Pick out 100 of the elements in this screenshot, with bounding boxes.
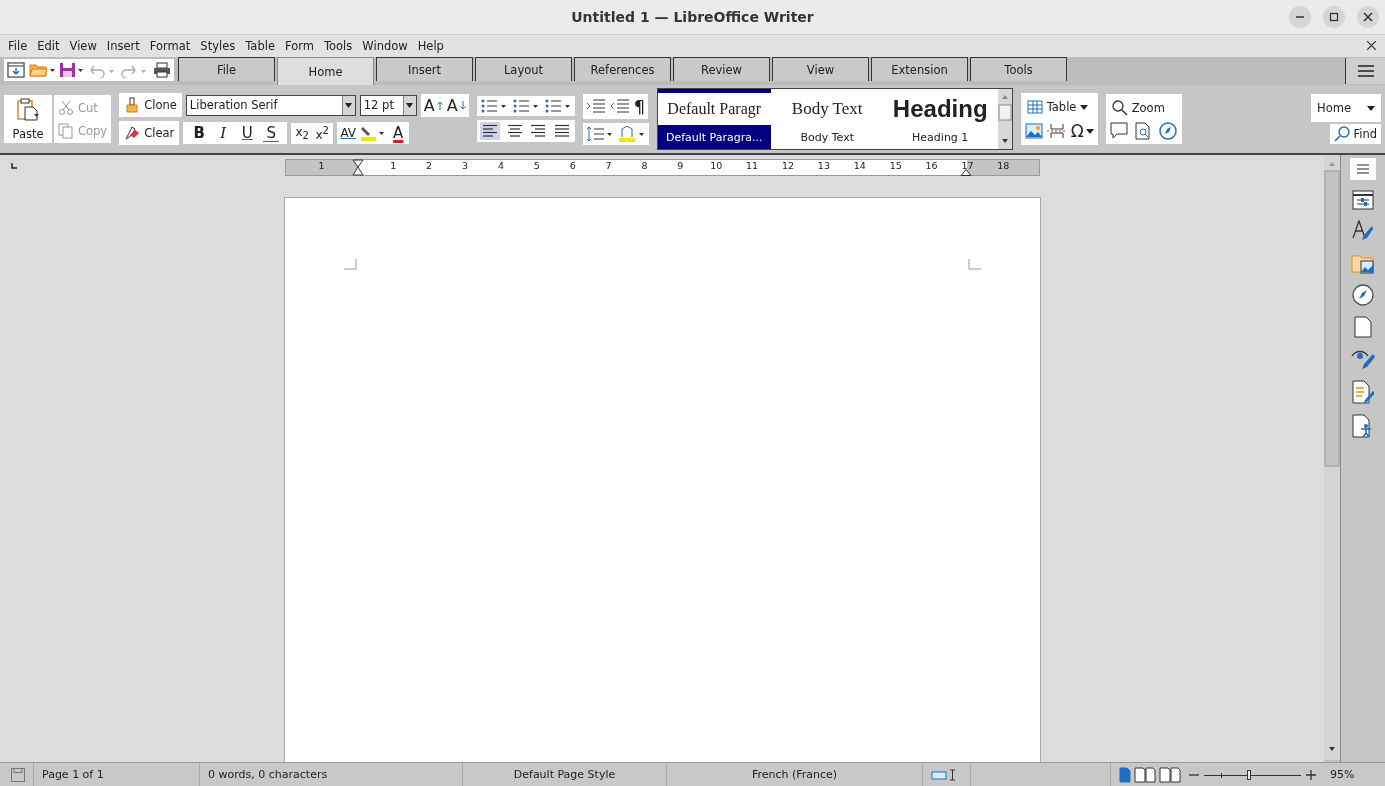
table-icon — [1026, 100, 1043, 114]
image-icon[interactable] — [1024, 123, 1043, 139]
ribbon-tab[interactable]: Home — [277, 57, 374, 85]
zoom-in-icon[interactable] — [1306, 769, 1316, 780]
shrink-font-button[interactable]: A — [446, 95, 466, 115]
minimize-button[interactable] — [1289, 6, 1311, 28]
font-size-field[interactable]: 12 pt — [359, 94, 417, 116]
menu-item[interactable]: Tools — [323, 39, 353, 53]
styles-icon[interactable] — [1352, 220, 1374, 242]
format-button[interactable]: I — [215, 124, 232, 142]
eraser-icon — [124, 125, 141, 141]
format-button[interactable]: B — [191, 124, 208, 142]
grow-font-button[interactable]: A — [423, 95, 443, 115]
indent-marker[interactable] — [959, 169, 972, 176]
accessibility-check-icon[interactable] — [1352, 414, 1374, 438]
menu-item[interactable]: Help — [417, 39, 444, 53]
printer-icon[interactable] — [153, 61, 171, 78]
eye-brush-icon[interactable] — [1351, 348, 1375, 370]
ribbon-tab[interactable]: Review — [673, 57, 770, 81]
page-break-icon[interactable] — [1046, 123, 1067, 139]
view-layout-button[interactable] — [1159, 766, 1181, 783]
menu-button[interactable] — [1345, 58, 1385, 84]
minimize-icon — [1295, 16, 1305, 18]
ruler-number: 9 — [677, 160, 684, 171]
ribbon-tab[interactable]: File — [178, 57, 275, 81]
menu-item[interactable]: Styles — [200, 39, 236, 53]
save-icon[interactable] — [59, 61, 85, 78]
tab-stop-icon[interactable] — [11, 163, 17, 169]
ruler-number: 6 — [569, 160, 576, 171]
font-color-button[interactable]: A — [390, 124, 407, 142]
outdent-icon[interactable] — [609, 98, 630, 114]
menu-item[interactable]: Form — [285, 39, 314, 53]
ruler-number: 15 — [889, 160, 902, 171]
navigator-icon[interactable] — [1157, 122, 1178, 140]
menu-item[interactable]: Window — [362, 39, 408, 53]
find-button[interactable]: Find — [1330, 124, 1381, 144]
indent-marker[interactable] — [351, 159, 364, 176]
list-icon[interactable] — [511, 98, 540, 114]
comment-icon[interactable] — [1109, 122, 1130, 140]
paste-button[interactable]: Paste — [4, 95, 52, 143]
ruler-number: 7 — [605, 160, 612, 171]
document-edit-icon[interactable] — [1352, 380, 1374, 404]
close-document-icon[interactable] — [1367, 41, 1376, 50]
character-spacing-button[interactable]: AV — [340, 126, 357, 140]
close-button[interactable] — [1357, 6, 1379, 28]
ribbon-tab[interactable]: Tools — [970, 57, 1067, 81]
ruler-number: 18 — [997, 160, 1010, 171]
menu-icon[interactable] — [1350, 158, 1376, 180]
ribbon-tab[interactable]: Extension — [871, 57, 968, 81]
ribbon-tab[interactable]: Layout — [475, 57, 572, 81]
view-layout-button[interactable] — [1134, 766, 1156, 783]
indent-icon[interactable] — [585, 98, 606, 114]
ruler-number: 13 — [817, 160, 830, 171]
format-button[interactable]: U — [239, 124, 256, 142]
ribbon-tab[interactable]: Insert — [376, 57, 473, 81]
ruler-number: 1 — [390, 160, 397, 171]
ruler-number: 5 — [533, 160, 540, 171]
scrollbar-drawing — [997, 89, 1012, 149]
gallery-icon[interactable] — [1351, 252, 1375, 274]
ribbon-tab[interactable]: View — [772, 57, 869, 81]
navigator-icon[interactable] — [1352, 284, 1374, 306]
menu-item[interactable]: Table — [245, 39, 275, 53]
selection-mode-icon[interactable] — [931, 768, 957, 781]
ruler-number: 3 — [462, 160, 469, 171]
zoom-percent[interactable]: 95% — [1330, 768, 1355, 781]
ruler-number: 16 — [925, 160, 938, 171]
list-icon[interactable] — [479, 98, 508, 114]
properties-icon[interactable] — [1352, 190, 1374, 210]
zoom-slider[interactable] — [1204, 768, 1301, 781]
view-layout-button[interactable] — [1119, 766, 1131, 783]
line-spacing-icon[interactable] — [585, 125, 614, 142]
table-button[interactable]: Table — [1024, 97, 1091, 117]
formatting-marks-button[interactable]: ¶ — [633, 95, 646, 117]
sidebar-toggle-icon[interactable] — [7, 61, 25, 78]
script-button[interactable]: x$^{2}$ — [314, 124, 331, 142]
ruler-number: 14 — [853, 160, 866, 171]
style-preview[interactable]: Default Paragr Default Paragra... — [657, 89, 771, 149]
ruler-number: 10 — [710, 160, 723, 171]
format-button[interactable]: S — [263, 124, 280, 142]
open-folder-icon[interactable] — [29, 61, 55, 78]
script-button[interactable]: x$_{2}$ — [294, 124, 311, 142]
ruler-number: 17 — [961, 160, 974, 171]
highlighter-icon[interactable] — [360, 124, 387, 142]
save-status-icon[interactable] — [11, 767, 25, 782]
align-button[interactable] — [479, 122, 500, 140]
navigate-dropdown[interactable]: Home — [1311, 94, 1381, 122]
menu-item[interactable]: Edit — [37, 39, 60, 53]
gallery-scrollbar[interactable] — [997, 89, 1012, 149]
page-icon[interactable] — [1354, 316, 1372, 338]
menu-item[interactable]: File — [8, 39, 28, 53]
menu-item[interactable]: Insert — [106, 39, 140, 53]
maximize-button[interactable] — [1323, 6, 1345, 28]
font-name-field[interactable]: Liberation Serif — [185, 94, 356, 116]
menu-item[interactable]: Format — [149, 39, 191, 53]
list-icon[interactable] — [543, 98, 572, 114]
caret-icon — [345, 102, 353, 108]
search-icon — [1111, 100, 1128, 116]
menu-item[interactable]: View — [69, 39, 97, 53]
ribbon-tab[interactable]: References — [574, 57, 671, 81]
special-character-button[interactable]: Ω — [1070, 121, 1094, 141]
